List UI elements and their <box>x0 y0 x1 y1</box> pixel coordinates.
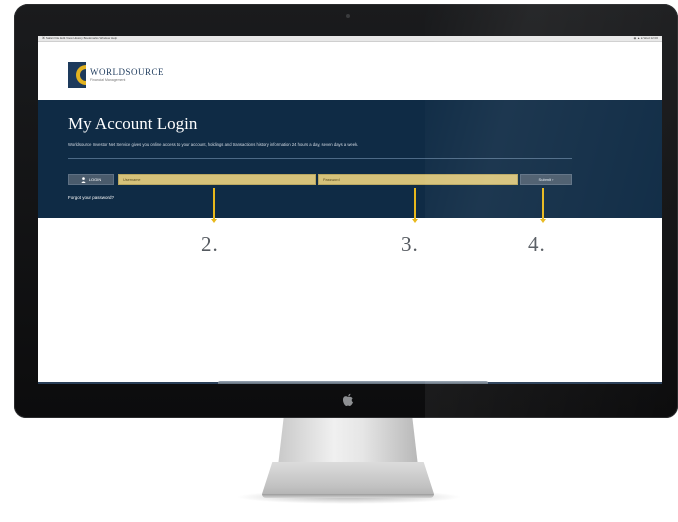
username-input[interactable]: Username <box>118 174 316 185</box>
monitor-screen: ⌘ Safari File Edit View History Bookmark… <box>38 36 662 384</box>
monitor-stand-edge <box>262 494 434 498</box>
menubar-items[interactable]: ⌘ Safari File Edit View History Bookmark… <box>42 36 117 40</box>
apple-logo-icon <box>342 393 353 406</box>
callout-label-4: 4. <box>528 232 546 256</box>
login-panel: My Account Login Worldsource Investor Ne… <box>38 100 662 218</box>
login-button-label: LOGIN <box>88 177 102 182</box>
user-icon <box>81 176 86 183</box>
password-input[interactable]: Password <box>318 174 518 185</box>
callout-arrow-3 <box>412 188 418 223</box>
password-placeholder: Password <box>323 177 340 182</box>
callout-label-3: 3. <box>401 232 419 256</box>
callout-arrow-4 <box>540 188 546 223</box>
camera-icon <box>346 14 350 18</box>
logo-tagline: Financial Management <box>90 78 126 82</box>
site-header: WORLDSOURCE Financial Management <box>38 42 662 100</box>
login-button[interactable]: LOGIN <box>68 174 114 185</box>
submit-button-label: Submit › <box>538 177 554 182</box>
login-description: Worldsource Investor Net Service gives y… <box>68 142 359 147</box>
logo-wordmark: WORLDSOURCE <box>90 67 165 77</box>
divider <box>68 158 572 159</box>
worldsource-logo-mark <box>68 62 86 88</box>
site-logo[interactable]: WORLDSOURCE Financial Management <box>68 62 198 88</box>
callout-label-2: 2. <box>201 232 219 256</box>
monitor-stand-neck <box>278 418 418 466</box>
forgot-password-link[interactable]: Forgot your password? <box>68 195 114 200</box>
menubar-status: ◉ ▲ ● Wed 12:00 <box>633 36 658 40</box>
dock[interactable] <box>218 381 488 384</box>
username-placeholder: Username <box>123 177 141 182</box>
page-title: My Account Login <box>68 114 198 133</box>
callout-arrow-2 <box>211 188 217 223</box>
submit-button[interactable]: Submit › <box>520 174 572 185</box>
